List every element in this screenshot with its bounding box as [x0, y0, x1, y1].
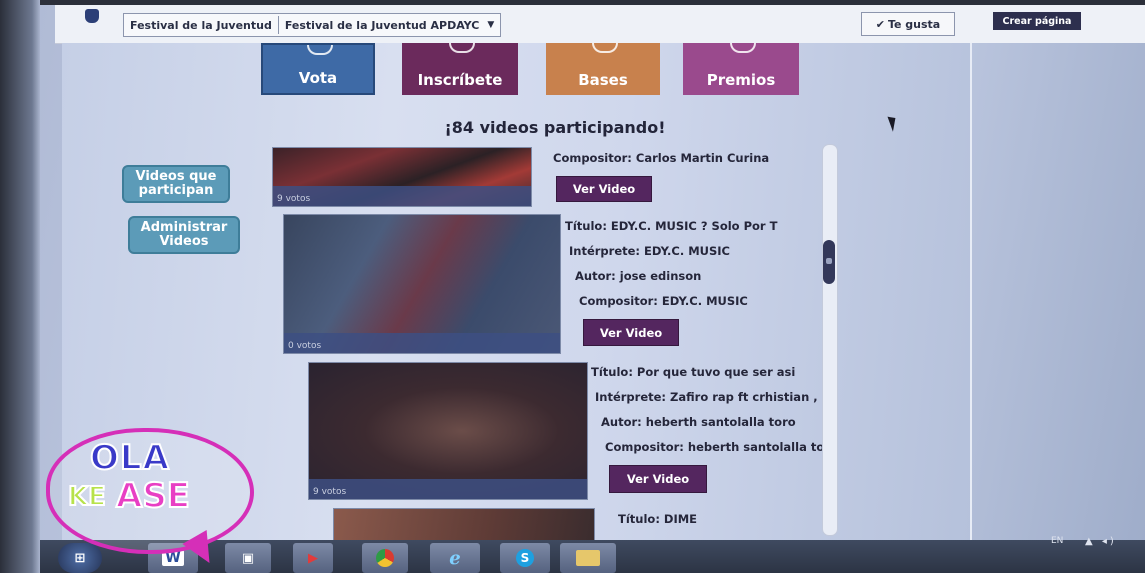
taskbar-internet-explorer[interactable]: ℯ	[430, 543, 480, 573]
video-performer: Intérprete: EDY.C. MUSIC	[569, 244, 730, 258]
language-indicator[interactable]: EN	[1051, 536, 1063, 546]
pencil-icon	[449, 43, 475, 53]
monitor-bezel-left	[0, 0, 40, 573]
like-button-label: Te gusta	[887, 17, 941, 31]
tab-bases[interactable]: Bases	[546, 43, 660, 95]
video-author: Autor: heberth santolalla toro	[601, 415, 796, 429]
video-author: Autor: jose edinson	[575, 269, 702, 283]
star-icon	[730, 43, 756, 53]
manage-videos-button[interactable]: Administrar Videos	[128, 216, 240, 254]
video-thumbnail[interactable]: 9 votos	[272, 147, 532, 207]
video-info: Título: Por que tuvo que ser asi Intérpr…	[591, 365, 824, 465]
create-page-button[interactable]: Crear página	[993, 12, 1081, 30]
vote-count: 9 votos	[277, 194, 311, 204]
tab-inscribete-label: Inscríbete	[417, 71, 503, 89]
video-thumbnail[interactable]: 0 votos	[283, 214, 561, 354]
scrollbar-thumb[interactable]	[823, 240, 835, 284]
like-button[interactable]: ✔ Te gusta	[861, 12, 955, 36]
video-composer: Compositor: heberth santolalla to	[605, 440, 825, 454]
tv-show-logo: OLA KE ASE	[38, 420, 258, 570]
breadcrumb-app-link[interactable]: Festival de la Juventud	[124, 19, 278, 32]
participating-videos-button[interactable]: Videos que participan	[122, 165, 230, 203]
tab-bases-label: Bases	[578, 71, 628, 89]
video-info: Título: EDY.C. MUSIC ? Solo Por T Intérp…	[565, 219, 777, 319]
video-info: Compositor: Carlos Martin Curina	[553, 151, 769, 176]
video-composer: Compositor: EDY.C. MUSIC	[579, 294, 748, 308]
play-icon: ▶	[308, 550, 318, 566]
taskbar-media-player[interactable]: ▶	[293, 543, 333, 573]
internet-explorer-icon: ℯ	[449, 547, 461, 569]
video-title: Título: Por que tuvo que ser asi	[591, 365, 796, 379]
video-composer: Compositor: Carlos Martin Curina	[553, 151, 770, 165]
facebook-top-bar: Festival de la Juventud Festival de la J…	[55, 5, 1145, 44]
video-title: Título: EDY.C. MUSIC ? Solo Por T	[565, 219, 778, 233]
logo-text-ke: KE	[67, 481, 107, 513]
tab-inscribete[interactable]: Inscríbete	[402, 43, 518, 95]
watch-video-button[interactable]: Ver Video	[556, 176, 652, 202]
skype-icon: S	[516, 549, 534, 567]
taskbar-chrome[interactable]	[362, 543, 408, 573]
folder-icon	[576, 550, 600, 566]
system-tray-icons[interactable]: ▲ ◂)	[1085, 536, 1117, 547]
tab-vota-label: Vota	[298, 69, 338, 87]
video-performer: Intérprete: Zafiro rap ft crhistian ,	[595, 390, 818, 404]
video-title: Título: DIME	[618, 512, 698, 526]
checkmark-icon: ✔	[875, 17, 885, 31]
juventud-logo-icon[interactable]	[77, 9, 107, 39]
chevron-down-icon[interactable]: ▼	[485, 20, 500, 30]
chrome-icon	[376, 549, 394, 567]
thumbnail-caption-band	[284, 333, 560, 353]
document-icon	[592, 43, 618, 53]
tab-vota[interactable]: Vota	[261, 43, 375, 95]
breadcrumb-page-select[interactable]: Festival de la Juventud APDAYC	[279, 19, 485, 32]
tab-premios[interactable]: Premios	[683, 43, 799, 95]
vote-count: 9 votos	[313, 487, 347, 497]
vote-count: 0 votos	[288, 341, 322, 351]
taskbar-file-explorer[interactable]	[560, 543, 616, 573]
logo-text-ola: OLA	[89, 437, 170, 479]
watch-video-button[interactable]: Ver Video	[609, 465, 707, 493]
watch-video-button[interactable]: Ver Video	[583, 319, 679, 346]
taskbar-skype[interactable]: S	[500, 543, 550, 573]
breadcrumb: Festival de la Juventud Festival de la J…	[123, 13, 502, 37]
video-list-scrollbar[interactable]	[822, 144, 838, 536]
vote-icon	[307, 45, 333, 55]
monitor-screen: Festival de la Juventud Festival de la J…	[0, 0, 1145, 573]
video-thumbnail[interactable]: 9 votos	[308, 362, 588, 500]
thumbnail-caption-band	[273, 186, 531, 206]
tab-premios-label: Premios	[706, 71, 776, 89]
right-column	[972, 43, 1145, 543]
videos-count-heading: ¡84 videos participando!	[444, 118, 666, 137]
video-info: Título: DIME	[618, 512, 697, 537]
thumbnail-caption-band	[309, 479, 587, 499]
logo-text-ase: ASE	[115, 475, 191, 517]
